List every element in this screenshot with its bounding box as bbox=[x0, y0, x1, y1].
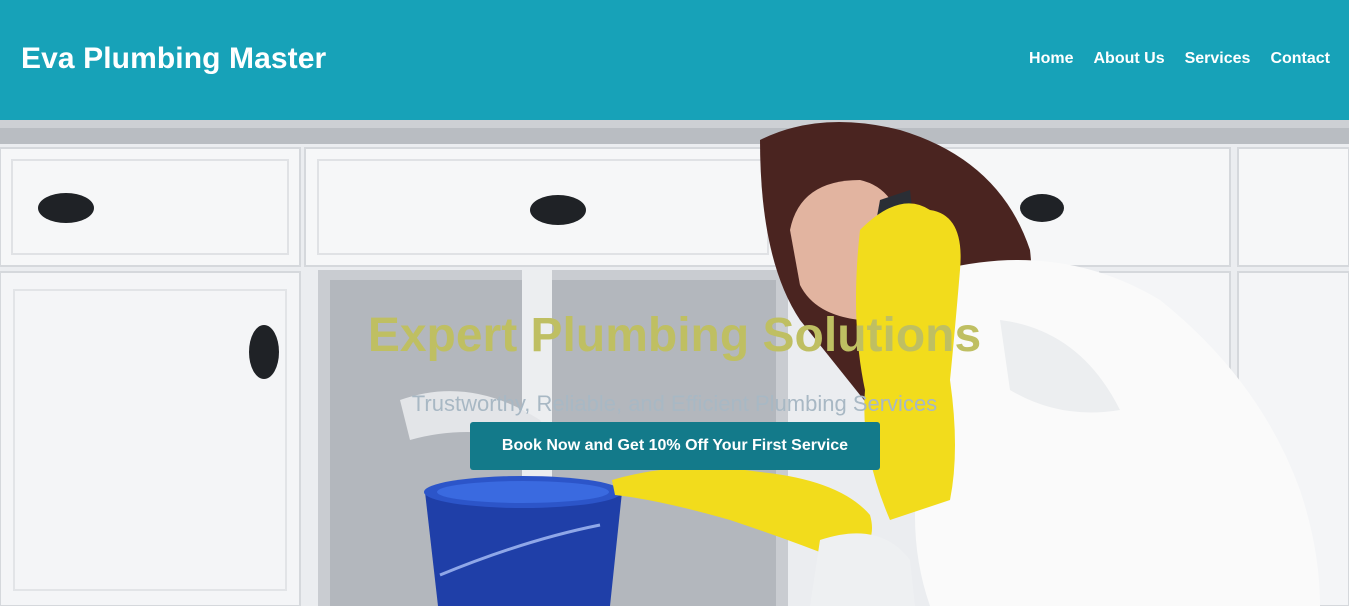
nav-link-services[interactable]: Services bbox=[1185, 50, 1251, 68]
site-header: Eva Plumbing Master Home About Us Servic… bbox=[0, 0, 1349, 120]
site-logo-text[interactable]: Eva Plumbing Master bbox=[21, 42, 326, 76]
hero-section: Expert Plumbing Solutions Trustworthy, R… bbox=[0, 120, 1349, 606]
nav-link-contact[interactable]: Contact bbox=[1270, 50, 1330, 68]
nav-link-home[interactable]: Home bbox=[1029, 50, 1073, 68]
hero-title: Expert Plumbing Solutions bbox=[367, 309, 982, 362]
hero-subtitle: Trustworthy, Reliable, and Efficient Plu… bbox=[411, 391, 938, 416]
hero-content: Expert Plumbing Solutions Trustworthy, R… bbox=[0, 120, 1349, 606]
book-now-button[interactable]: Book Now and Get 10% Off Your First Serv… bbox=[470, 422, 880, 470]
main-nav: Home About Us Services Contact bbox=[1009, 50, 1330, 68]
nav-link-about-us[interactable]: About Us bbox=[1093, 50, 1164, 68]
